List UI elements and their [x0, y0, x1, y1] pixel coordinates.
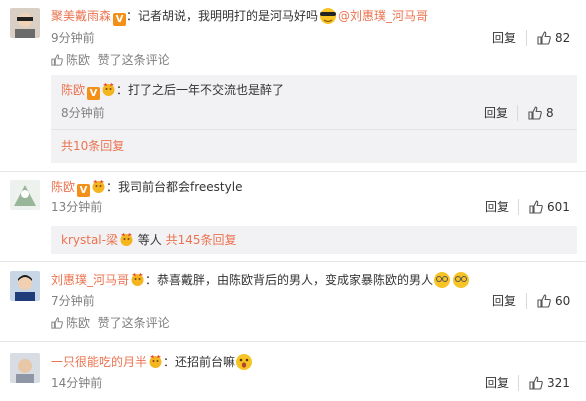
mention-link[interactable]: @刘惠璞_河马哥 [338, 9, 428, 23]
comment-item: 聚美戴雨森 V ：记者胡说，我明明打的是河马好吗 @刘惠璞_河马哥 9分钟前 回复 8… [0, 0, 586, 175]
surprised-emoji-icon [235, 353, 253, 376]
divider [518, 375, 519, 391]
member-medal-icon [148, 354, 163, 369]
reply-button[interactable]: 回复 [485, 375, 509, 391]
member-medal-icon [130, 272, 145, 287]
divider [517, 105, 518, 121]
reply-button[interactable]: 回复 [492, 30, 516, 46]
like-count: 82 [555, 31, 571, 45]
verified-v-badge-icon: V [87, 87, 101, 100]
liked-by-suffix: 赞了这条评论 [97, 53, 170, 67]
divider [51, 129, 577, 130]
thumbs-up-icon [528, 106, 542, 120]
comment-time: 13分钟前 [51, 200, 103, 214]
comment-text: ：恭喜戴胖，由陈欧背后的男人，变成家暴陈欧的男人 [145, 273, 434, 287]
sunglasses-emoji-icon [318, 7, 338, 30]
comment-item: 刘惠璞_河马哥 ：恭喜戴胖，由陈欧背后的男人，变成家暴陈欧的男人 7分钟前 回复 … [0, 262, 586, 342]
comment-username[interactable]: 陈欧 [51, 180, 75, 194]
reply-preview-user[interactable]: krystal-梁 [61, 233, 118, 247]
liked-by-bar: 陈欧 赞了这条评论 [51, 315, 170, 331]
reply-button[interactable]: 回复 [492, 293, 516, 309]
avatar[interactable] [10, 271, 40, 301]
reply-preview-bar[interactable]: krystal-梁 等人 共145条回复 [51, 226, 577, 254]
avatar[interactable] [10, 8, 40, 38]
comment-username[interactable]: 聚美戴雨森 [51, 9, 111, 23]
reply-preview-text: 等人 [137, 233, 162, 247]
comment-item: 一只很能吃的月半 ：还招前台嘛 14分钟前 回复 321 [0, 342, 586, 401]
thumbs-up-icon [537, 294, 551, 308]
sub-reply-like-count: 8 [546, 106, 554, 120]
sub-reply-time: 8分钟前 [61, 106, 105, 120]
like-button[interactable]: 60 [537, 293, 570, 309]
like-count: 60 [555, 294, 571, 308]
divider [518, 199, 519, 215]
sub-reply-reply-button[interactable]: 回复 [484, 105, 508, 121]
liked-by-bar: 陈欧 赞了这条评论 [51, 52, 170, 68]
like-button[interactable]: 321 [529, 375, 570, 391]
sub-reply-box: 陈欧 V ：打了之后一年不交流也是醉了 8分钟前 回复 8 共10条回复 [51, 75, 577, 163]
like-count: 321 [547, 376, 570, 390]
comment-time: 9分钟前 [51, 31, 95, 45]
verified-v-badge-icon: V [113, 13, 127, 26]
like-count: 601 [547, 200, 570, 214]
comment-item: 陈欧 V ：我司前台都会freestyle 13分钟前 回复 601 krystal… [0, 172, 586, 262]
member-medal-icon [101, 82, 116, 97]
divider [526, 293, 527, 309]
liked-by-user[interactable]: 陈欧 [66, 316, 90, 330]
comment-username[interactable]: 一只很能吃的月半 [51, 355, 147, 369]
thumbs-up-icon [529, 200, 543, 214]
comment-time: 7分钟前 [51, 294, 95, 308]
reply-button[interactable]: 回复 [485, 199, 509, 215]
avatar[interactable] [10, 353, 40, 383]
comment-time: 14分钟前 [51, 376, 103, 390]
reply-preview-count[interactable]: 共145条回复 [166, 233, 237, 247]
thumbs-up-small-icon [51, 317, 63, 329]
liked-by-user[interactable]: 陈欧 [66, 53, 90, 67]
like-button[interactable]: 601 [529, 199, 570, 215]
sub-reply-like-button[interactable]: 8 [528, 105, 554, 121]
liked-by-suffix: 赞了这条评论 [97, 316, 170, 330]
member-medal-icon [119, 232, 134, 247]
comment-username[interactable]: 刘惠璞_河马哥 [51, 273, 129, 287]
dizzy-emoji-icon [433, 271, 471, 294]
divider [526, 30, 527, 46]
comment-text: ：还招前台嘛 [163, 355, 236, 369]
sub-reply-username[interactable]: 陈欧 [61, 83, 85, 97]
comment-text: ：记者胡说，我明明打的是河马好吗 [126, 9, 319, 23]
avatar[interactable] [10, 180, 40, 210]
verified-v-badge-icon: V [77, 184, 91, 197]
member-medal-icon [91, 179, 106, 194]
more-replies-link[interactable]: 共10条回复 [61, 138, 124, 154]
thumbs-up-icon [529, 376, 543, 390]
sub-reply-text: ：打了之后一年不交流也是醉了 [116, 83, 285, 97]
comment-text: ：我司前台都会freestyle [106, 180, 243, 194]
thumbs-up-icon [537, 31, 551, 45]
like-button[interactable]: 82 [537, 30, 570, 46]
thumbs-up-small-icon [51, 54, 63, 66]
